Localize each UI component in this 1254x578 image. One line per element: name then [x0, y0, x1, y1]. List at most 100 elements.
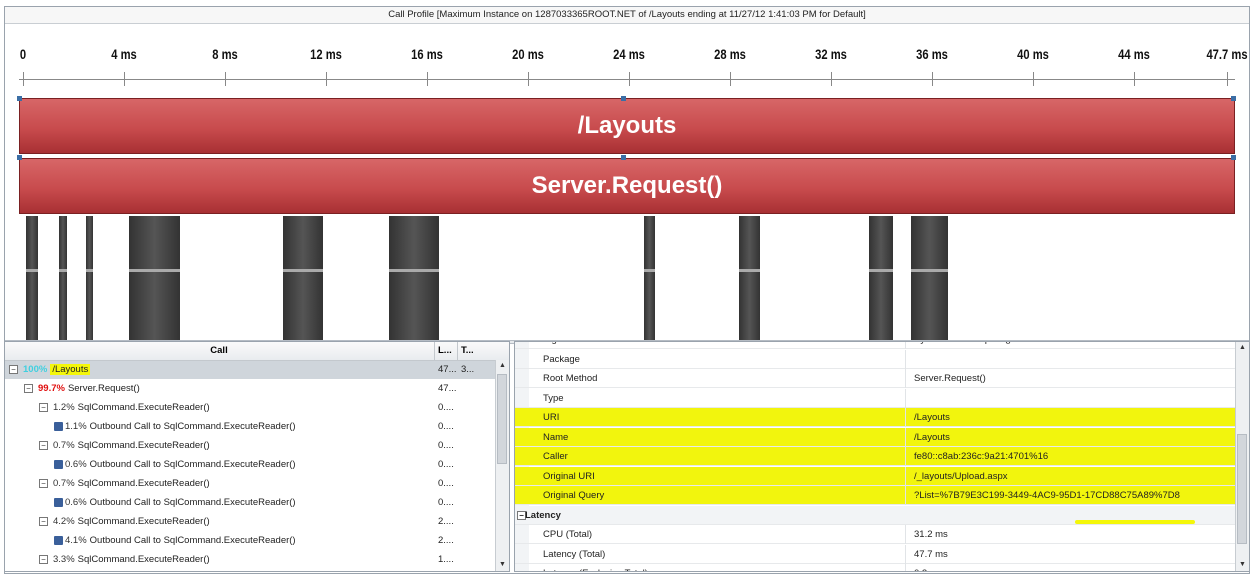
selection-handle[interactable] — [621, 155, 626, 160]
property-row[interactable]: Latency (Exclusive Total) 0.2 ms — [515, 564, 1235, 571]
sql-call-block[interactable] — [869, 216, 893, 346]
scroll-thumb[interactable] — [497, 374, 507, 464]
tick-label: 28 ms — [713, 46, 746, 62]
axis-tick — [628, 72, 630, 86]
latency-value: 47... — [438, 383, 457, 394]
property-row[interactable]: Signature System.Void Request() — [515, 342, 1235, 349]
tree-row[interactable]: 1.1% Outbound Call to SqlCommand.ExecuteR… — [5, 418, 509, 436]
axis-tick — [830, 72, 832, 86]
selection-handle[interactable] — [621, 96, 626, 101]
tree-row[interactable]: −1.2% SqlCommand.ExecuteReader() 0.... — [5, 399, 509, 417]
property-row[interactable]: URI/Layouts — [515, 408, 1235, 427]
property-row[interactable]: Caller fe80::c8ab:236c:9a21:4701%16 — [515, 447, 1235, 466]
sql-call-block[interactable] — [86, 216, 93, 346]
property-value: /Layouts — [905, 408, 950, 427]
collapse-icon[interactable]: − — [39, 554, 48, 564]
tree-row[interactable]: −0.7% SqlCommand.ExecuteReader() 0.... — [5, 437, 509, 455]
tick-label: 24 ms — [612, 46, 645, 62]
property-row[interactable]: Original Query ?List=%7B79E3C199-3449-4AC… — [515, 486, 1235, 505]
property-row[interactable]: Package — [515, 349, 1235, 369]
sql-call-block[interactable] — [59, 216, 67, 346]
property-row[interactable]: Root Method Server.Request() — [515, 369, 1235, 388]
property-value: Server.Request() — [905, 369, 986, 388]
collapse-icon[interactable]: − — [24, 383, 33, 393]
tree-row[interactable]: 0.6% Outbound Call to SqlCommand.ExecuteR… — [5, 494, 509, 512]
sql-call-block[interactable] — [739, 216, 760, 346]
sql-call-block[interactable] — [26, 216, 38, 346]
selection-handle[interactable] — [17, 96, 22, 101]
property-row[interactable]: Type — [515, 388, 1235, 408]
collapse-icon[interactable]: − — [39, 402, 48, 412]
latency-value: 0.... — [438, 459, 454, 470]
timeline-panel[interactable]: /Layouts Server.Request() 0 4 ms 8 ms 12 ms… — [5, 24, 1249, 346]
tick-label: 12 ms — [310, 46, 342, 62]
property-key: Package — [543, 353, 580, 365]
property-row[interactable]: Latency (Total) 47.7 ms — [515, 544, 1235, 564]
property-row[interactable]: CPU (Total) 31.2 ms — [515, 525, 1235, 544]
property-key: Latency — [525, 509, 561, 521]
database-icon — [54, 421, 63, 431]
percent-label: 0.6% — [65, 459, 87, 470]
scroll-down-icon[interactable]: ▼ — [1236, 559, 1249, 571]
total-value: 3... — [461, 364, 475, 375]
database-icon — [54, 459, 63, 469]
tree-row[interactable]: 0.6% Outbound Call to SqlCommand.ExecuteR… — [5, 456, 509, 474]
axis-tick — [527, 72, 529, 86]
latency-value: 0.... — [438, 402, 454, 413]
property-key: Latency (Exclusive Total) — [543, 564, 648, 571]
server-request-bar[interactable]: Server.Request() — [19, 158, 1235, 214]
percent-label: 99.7% — [38, 383, 65, 394]
tree-row[interactable]: −100%/Layouts 47... 3... — [5, 361, 501, 379]
percent-label: 1.1% — [65, 421, 87, 432]
tick-label: 20 ms — [511, 46, 544, 62]
sql-call-block[interactable] — [389, 216, 439, 346]
call-name: SqlCommand.ExecuteReader() — [77, 516, 210, 527]
tick-label: 47.7 ms — [1206, 46, 1248, 62]
call-name: SqlCommand.ExecuteReader() — [77, 478, 210, 489]
layouts-bar[interactable]: /Layouts — [19, 98, 1235, 154]
latency-value: 1.... — [438, 554, 454, 565]
property-row[interactable]: Original URI /_layouts/Upload.aspx — [515, 466, 1235, 486]
property-row[interactable]: Name/Layouts — [515, 427, 1235, 447]
tree-scrollbar[interactable]: ▲ ▼ — [495, 360, 509, 571]
properties-scrollbar[interactable]: ▲ ▼ — [1235, 342, 1249, 571]
scroll-thumb[interactable] — [1237, 434, 1247, 544]
collapse-icon[interactable]: − — [39, 440, 48, 450]
collapse-icon[interactable]: − — [39, 516, 48, 526]
tree-row[interactable]: −99.7% Server.Request() 47... — [5, 380, 509, 398]
column-call[interactable]: Call — [5, 342, 433, 360]
collapse-icon[interactable]: − — [9, 364, 18, 374]
property-value — [905, 349, 914, 369]
tick-label: 0 — [19, 46, 27, 62]
column-total[interactable]: T... — [457, 342, 483, 360]
property-value: 31.2 ms — [905, 525, 948, 544]
time-axis — [19, 79, 1235, 80]
collapse-icon[interactable]: − — [39, 478, 48, 488]
tree-row[interactable]: −3.3% SqlCommand.ExecuteReader() 1.... — [5, 551, 509, 569]
call-name: Server.Request() — [67, 383, 140, 394]
latency-value: 0.... — [438, 497, 454, 508]
window-title: Call Profile [Maximum Instance on 128703… — [5, 7, 1249, 24]
tick-label: 32 ms — [814, 46, 847, 62]
sql-call-block[interactable] — [644, 216, 655, 346]
sql-call-block[interactable] — [283, 216, 323, 346]
call-tree-panel: Call L... T... −100%/Layouts 47... 3... −99… — [4, 341, 510, 572]
scroll-up-icon[interactable]: ▲ — [1236, 342, 1249, 354]
property-key: Original URI — [543, 470, 595, 482]
axis-tick — [1133, 72, 1135, 86]
scroll-down-icon[interactable]: ▼ — [496, 559, 509, 571]
sql-call-block[interactable] — [911, 216, 948, 346]
selection-handle[interactable] — [1231, 155, 1236, 160]
selection-handle[interactable] — [1231, 96, 1236, 101]
tree-row[interactable]: −0.7% SqlCommand.ExecuteReader() 0.... — [5, 475, 509, 493]
tree-row[interactable]: −4.2% SqlCommand.ExecuteReader() 2.... — [5, 513, 509, 531]
property-value: fe80::c8ab:236c:9a21:4701%16 — [905, 447, 1048, 466]
latency-value: 47... — [438, 364, 457, 375]
tree-row[interactable]: 4.1% Outbound Call to SqlCommand.ExecuteR… — [5, 532, 509, 550]
latency-value: 2.... — [438, 516, 454, 527]
scroll-up-icon[interactable]: ▲ — [496, 360, 509, 372]
selection-handle[interactable] — [17, 155, 22, 160]
axis-tick — [931, 72, 933, 86]
axis-tick — [224, 72, 226, 86]
sql-call-block[interactable] — [129, 216, 180, 346]
